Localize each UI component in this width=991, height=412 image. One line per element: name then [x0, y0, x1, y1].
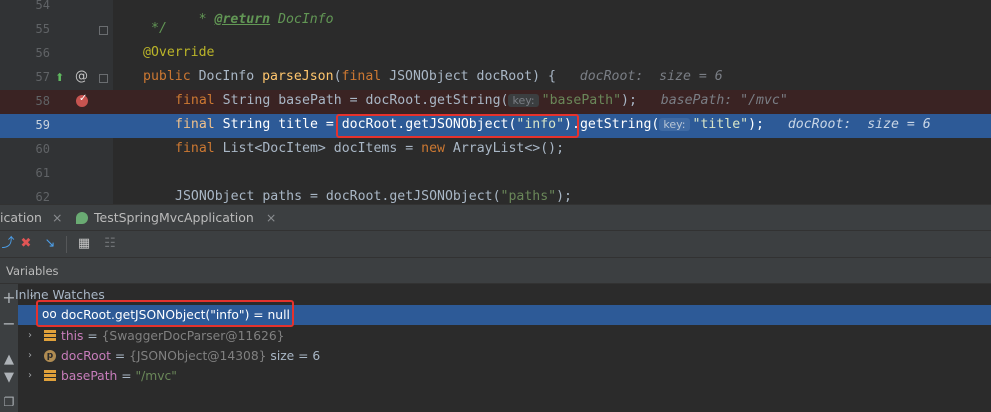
- highlight-box-expression: [336, 114, 579, 138]
- variable-row-docroot[interactable]: › p docRoot = {JSONObject@14308} size = …: [18, 346, 991, 366]
- code-line-54[interactable]: 54 * @return DocInfo: [0, 0, 991, 27]
- line-number: 54: [35, 0, 50, 12]
- variables-title: Variables: [6, 264, 59, 278]
- line-number: 56: [35, 46, 50, 60]
- variables-header: Variables: [0, 258, 991, 284]
- code-line-60[interactable]: 60 final List<DocItem> docItems = new Ar…: [0, 138, 991, 162]
- line-number: 60: [35, 142, 50, 156]
- trace-stream-icon[interactable]: ☷: [102, 236, 118, 252]
- inline-debug-value: basePath: "/mvc": [660, 93, 788, 108]
- debug-toolbar: ⤴ ✖ ↘ ▦ ☷: [0, 231, 991, 258]
- breakpoint-check-icon: ✓: [79, 93, 88, 104]
- run-to-cursor-icon[interactable]: ↘: [42, 236, 58, 252]
- debug-tab-bar: ication × TestSpringMvcApplication ×: [0, 204, 991, 231]
- tab-application[interactable]: ication ×: [0, 205, 62, 231]
- field-icon: [44, 330, 56, 342]
- inline-debug-value: docRoot: size = 6: [579, 69, 723, 84]
- inline-debug-value: docRoot: size = 6: [787, 117, 931, 132]
- line-number: 59: [35, 118, 50, 132]
- tab-test-spring-mvc-application[interactable]: TestSpringMvcApplication ×: [76, 205, 276, 231]
- code-line-56[interactable]: 56 @Override: [0, 42, 991, 66]
- move-down-icon[interactable]: ▼: [0, 370, 18, 386]
- remove-watch-icon[interactable]: −: [0, 316, 18, 332]
- code-line-55[interactable]: 55 */: [0, 18, 991, 42]
- code-line-62[interactable]: 62 JSONObject paths = docRoot.getJSONObj…: [0, 186, 991, 204]
- chevron-right-icon[interactable]: ›: [28, 346, 32, 366]
- fold-marker-icon[interactable]: [99, 74, 108, 83]
- copy-icon[interactable]: ❐: [0, 394, 18, 410]
- close-icon[interactable]: ×: [266, 210, 276, 225]
- line-number: 58: [35, 94, 50, 108]
- spring-leaf-icon: [76, 212, 88, 224]
- field-icon: [44, 370, 56, 382]
- line-number: 55: [35, 22, 50, 36]
- code-line-61[interactable]: 61: [0, 162, 991, 186]
- line-number: 57: [35, 70, 50, 84]
- step-out-icon[interactable]: ⤴: [0, 236, 16, 252]
- variable-row-this[interactable]: › this = {SwaggerDocParser@11626}: [18, 326, 991, 346]
- toolbar-divider: [66, 236, 67, 253]
- move-up-icon[interactable]: ▲: [0, 352, 18, 368]
- line-number: 61: [35, 166, 50, 180]
- line-number: 62: [35, 190, 50, 204]
- code-line-57[interactable]: 57 ⬆ @ public DocInfo parseJson(final JS…: [0, 66, 991, 90]
- chevron-right-icon[interactable]: ›: [28, 326, 32, 346]
- param-hint: key:: [659, 118, 690, 131]
- chevron-right-icon[interactable]: ›: [28, 366, 32, 386]
- code-line-58[interactable]: 58 ✓ final String basePath = docRoot.get…: [0, 90, 991, 114]
- close-icon[interactable]: ×: [52, 210, 62, 225]
- override-marker-icon[interactable]: @: [75, 70, 88, 83]
- evaluate-expression-icon[interactable]: ▦: [76, 236, 92, 252]
- implements-method-icon[interactable]: ⬆: [55, 72, 64, 84]
- fold-marker-icon[interactable]: [99, 26, 108, 35]
- parameter-icon: p: [44, 350, 56, 362]
- highlight-box-watch: [36, 300, 294, 327]
- drop-frame-icon[interactable]: ✖: [18, 236, 34, 252]
- variable-row-basepath[interactable]: › basePath = "/mvc": [18, 366, 991, 386]
- param-hint: key:: [508, 94, 539, 107]
- code-editor[interactable]: 54 * @return DocInfo 55 */ 56 @Override …: [0, 0, 991, 204]
